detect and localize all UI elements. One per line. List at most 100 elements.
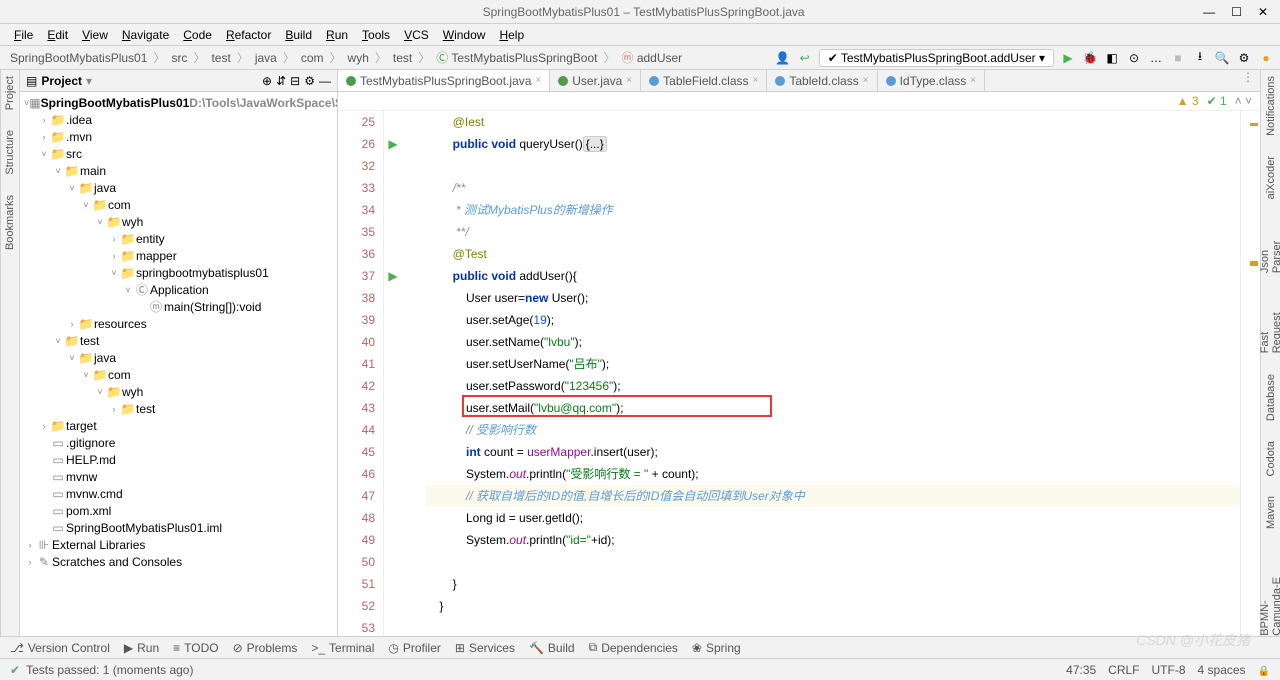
bottom-tool-todo[interactable]: ≡TODO bbox=[173, 641, 218, 655]
stop-icon[interactable]: ■ bbox=[1170, 50, 1186, 66]
collapse-all-icon[interactable]: ⊟ bbox=[290, 74, 300, 88]
tree-item--idea[interactable]: ›📁.idea bbox=[20, 111, 337, 128]
tree-item-entity[interactable]: ›📁entity bbox=[20, 230, 337, 247]
git-update-icon[interactable]: ⭳ bbox=[1192, 50, 1208, 66]
menu-window[interactable]: Window bbox=[437, 26, 492, 44]
bottom-tool-profiler[interactable]: ◷Profiler bbox=[388, 641, 441, 655]
right-tool-notifications[interactable]: Notifications bbox=[1265, 76, 1277, 136]
bottom-tool-problems[interactable]: ⊘Problems bbox=[233, 641, 298, 655]
close-icon[interactable]: × bbox=[753, 75, 759, 86]
close-icon[interactable]: × bbox=[626, 75, 632, 86]
tree-item-springbootmybatisplus01-iml[interactable]: ▭SpringBootMybatisPlus01.iml bbox=[20, 519, 337, 536]
menu-vcs[interactable]: VCS bbox=[398, 26, 435, 44]
ok-icon[interactable]: ✔ 1 bbox=[1207, 94, 1227, 108]
left-tool-structure[interactable]: Structure bbox=[4, 130, 16, 175]
close-icon[interactable]: × bbox=[970, 75, 976, 86]
tree-item-wyh[interactable]: ˅📁wyh bbox=[20, 213, 337, 230]
project-dropdown-icon[interactable]: ▤ bbox=[26, 74, 37, 88]
run-config-combo[interactable]: ✔ TestMybatisPlusSpringBoot.addUser ▾ bbox=[819, 49, 1054, 67]
tab-idtype-class[interactable]: IdType.class× bbox=[878, 70, 986, 91]
search-icon[interactable]: 🔍 bbox=[1214, 50, 1230, 66]
attach-icon[interactable]: … bbox=[1148, 50, 1164, 66]
tree-item-test[interactable]: ›📁test bbox=[20, 400, 337, 417]
tab-tablefield-class[interactable]: TableField.class× bbox=[641, 70, 767, 91]
tree-item-src[interactable]: ˅📁src bbox=[20, 145, 337, 162]
tabs-more-icon[interactable]: ⋮ bbox=[1236, 70, 1260, 91]
bottom-tool-version-control[interactable]: ⎇Version Control bbox=[10, 641, 110, 655]
tree-item--mvn[interactable]: ›📁.mvn bbox=[20, 128, 337, 145]
menu-build[interactable]: Build bbox=[279, 26, 318, 44]
right-tool-fast-request[interactable]: Fast Request bbox=[1259, 293, 1280, 353]
tree-item-springbootmybatisplus01[interactable]: ˅📁springbootmybatisplus01 bbox=[20, 264, 337, 281]
chevron-up-down-icon[interactable]: ˄ ˅ bbox=[1235, 94, 1252, 108]
tree-item-com[interactable]: ˅📁com bbox=[20, 196, 337, 213]
settings-icon[interactable]: ⚙ bbox=[304, 74, 315, 88]
close-icon[interactable]: × bbox=[535, 75, 541, 86]
right-tool-database[interactable]: Database bbox=[1265, 374, 1277, 421]
line-separator[interactable]: CRLF bbox=[1108, 663, 1139, 677]
project-title[interactable]: Project bbox=[41, 74, 82, 88]
left-tool-project[interactable]: Project bbox=[4, 76, 16, 110]
tab-user-java[interactable]: User.java× bbox=[550, 70, 641, 91]
tree-item-main-string----void[interactable]: ⓜmain(String[]):void bbox=[20, 298, 337, 315]
tree-item-java[interactable]: ˅📁java bbox=[20, 349, 337, 366]
minimize-icon[interactable]: — bbox=[1203, 5, 1215, 19]
indent[interactable]: 4 spaces bbox=[1198, 663, 1246, 677]
crumb-7[interactable]: Ⓒ TestMybatisPlusSpringBoot bbox=[432, 48, 601, 67]
menu-refactor[interactable]: Refactor bbox=[220, 26, 277, 44]
caret-position[interactable]: 47:35 bbox=[1066, 663, 1096, 677]
tree-item-external-libraries[interactable]: ›⊪External Libraries bbox=[20, 536, 337, 553]
readonly-icon[interactable] bbox=[1258, 663, 1270, 677]
menu-navigate[interactable]: Navigate bbox=[116, 26, 175, 44]
tab-testmybatisplusspringboot-java[interactable]: TestMybatisPlusSpringBoot.java× bbox=[338, 70, 550, 91]
run-icon[interactable]: ▶ bbox=[1060, 50, 1076, 66]
right-tool-bpmn-camunda-e[interactable]: BPMN-Camunda-E bbox=[1259, 549, 1280, 636]
code-area[interactable]: @Iest public void queryUser(){...} /** *… bbox=[402, 111, 1240, 636]
tree-item-wyh[interactable]: ˅📁wyh bbox=[20, 383, 337, 400]
error-stripe[interactable] bbox=[1240, 111, 1260, 636]
expand-all-icon[interactable]: ⇵ bbox=[276, 74, 286, 88]
menu-help[interactable]: Help bbox=[493, 26, 530, 44]
editor[interactable]: 2526323334353637383940414243444546474849… bbox=[338, 111, 1260, 636]
user-icon[interactable]: 👤 bbox=[775, 50, 791, 66]
tree-item-main[interactable]: ˅📁main bbox=[20, 162, 337, 179]
tree-item-scratches-and-consoles[interactable]: ›✎Scratches and Consoles bbox=[20, 553, 337, 570]
tree-item-pom-xml[interactable]: ▭pom.xml bbox=[20, 502, 337, 519]
menu-tools[interactable]: Tools bbox=[356, 26, 396, 44]
ai-icon[interactable]: ● bbox=[1258, 50, 1274, 66]
coverage-icon[interactable]: ◧ bbox=[1104, 50, 1120, 66]
tree-item-resources[interactable]: ›📁resources bbox=[20, 315, 337, 332]
tree-item-application[interactable]: ˅ⒸApplication bbox=[20, 281, 337, 298]
crumb-8[interactable]: ⓜ addUser bbox=[617, 48, 686, 67]
crumb-3[interactable]: java bbox=[251, 50, 281, 66]
settings-icon[interactable]: ⚙ bbox=[1236, 50, 1252, 66]
tab-tableid-class[interactable]: TableId.class× bbox=[767, 70, 877, 91]
tree-item-com[interactable]: ˅📁com bbox=[20, 366, 337, 383]
right-tool-codota[interactable]: Codota bbox=[1265, 441, 1277, 476]
chevron-down-icon[interactable]: ▾ bbox=[86, 74, 92, 88]
tree-item-mapper[interactable]: ›📁mapper bbox=[20, 247, 337, 264]
menu-file[interactable]: File bbox=[8, 26, 39, 44]
close-icon[interactable]: ✕ bbox=[1258, 5, 1268, 19]
bottom-tool-dependencies[interactable]: ⧉Dependencies bbox=[589, 640, 678, 655]
crumb-4[interactable]: com bbox=[297, 50, 328, 66]
warnings-icon[interactable]: ▲ 3 bbox=[1177, 94, 1199, 108]
close-icon[interactable]: × bbox=[863, 75, 869, 86]
project-tree[interactable]: ˅▦SpringBootMybatisPlus01 D:\Tools\JavaW… bbox=[20, 92, 337, 636]
tree-item-mvnw[interactable]: ▭mvnw bbox=[20, 468, 337, 485]
menu-run[interactable]: Run bbox=[320, 26, 354, 44]
crumb-2[interactable]: test bbox=[207, 50, 234, 66]
hide-icon[interactable]: — bbox=[319, 74, 331, 88]
debug-icon[interactable]: 🐞 bbox=[1082, 50, 1098, 66]
tree-item-test[interactable]: ˅📁test bbox=[20, 332, 337, 349]
right-tool-json-parser[interactable]: Json Parser bbox=[1259, 219, 1280, 273]
crumb-0[interactable]: SpringBootMybatisPlus01 bbox=[6, 50, 151, 66]
select-opened-icon[interactable]: ⊕ bbox=[262, 74, 272, 88]
tree-item-mvnw-cmd[interactable]: ▭mvnw.cmd bbox=[20, 485, 337, 502]
back-icon[interactable]: ↩ bbox=[797, 50, 813, 66]
bottom-tool-spring[interactable]: ❀Spring bbox=[692, 641, 741, 655]
tree-item--gitignore[interactable]: ▭.gitignore bbox=[20, 434, 337, 451]
bottom-tool-build[interactable]: 🔨Build bbox=[529, 641, 575, 655]
crumb-5[interactable]: wyh bbox=[344, 50, 373, 66]
tree-item-java[interactable]: ˅📁java bbox=[20, 179, 337, 196]
